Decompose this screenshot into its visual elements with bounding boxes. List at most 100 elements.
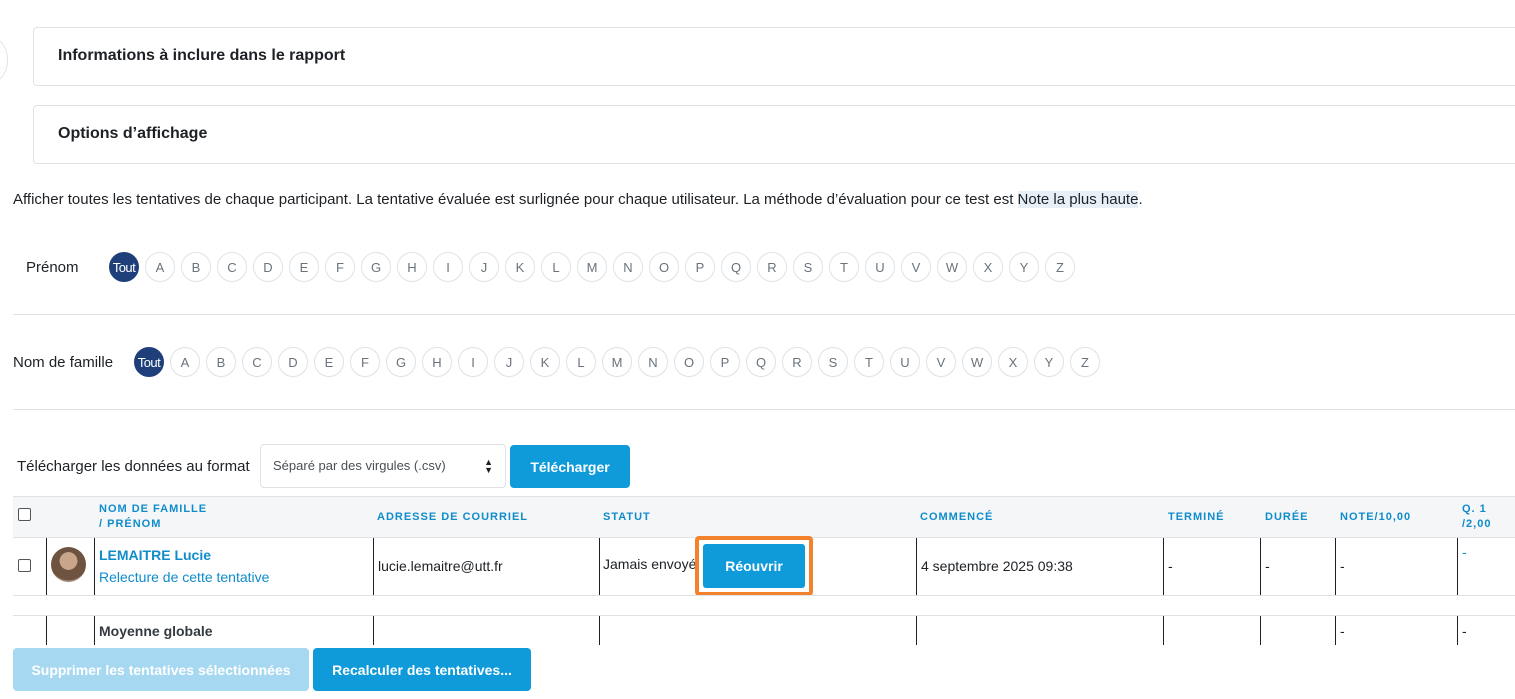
firstname-initial-g[interactable]: G bbox=[361, 252, 391, 282]
attempt-finished: - bbox=[1168, 558, 1173, 574]
report-info-title[interactable]: Informations à inclure dans le rapport bbox=[58, 47, 345, 65]
firstname-initial-c[interactable]: C bbox=[217, 252, 247, 282]
column-divider bbox=[916, 538, 917, 596]
header-finished[interactable]: TERMINÉ bbox=[1168, 510, 1225, 525]
overall-average-label: Moyenne globale bbox=[99, 623, 213, 639]
attempts-description: Afficher toutes les tentatives de chaque… bbox=[13, 191, 1143, 208]
firstname-initial-b[interactable]: B bbox=[181, 252, 211, 282]
lastname-initial-f[interactable]: F bbox=[350, 347, 380, 377]
row-divider bbox=[13, 615, 1515, 616]
delete-selected-attempts-button[interactable]: Supprimer les tentatives sélectionnées bbox=[13, 648, 309, 691]
firstname-initial-o[interactable]: O bbox=[649, 252, 679, 282]
column-divider bbox=[373, 616, 374, 645]
lastname-initial-t[interactable]: T bbox=[854, 347, 884, 377]
firstname-initial-x[interactable]: X bbox=[973, 252, 1003, 282]
lastname-initial-j[interactable]: J bbox=[494, 347, 524, 377]
average-question-1: - bbox=[1462, 623, 1467, 639]
firstname-initial-p[interactable]: P bbox=[685, 252, 715, 282]
select-arrows-icon: ▲ ▼ bbox=[484, 457, 493, 475]
lastname-initial-z[interactable]: Z bbox=[1070, 347, 1100, 377]
lastname-initial-x[interactable]: X bbox=[998, 347, 1028, 377]
lastname-initial-n[interactable]: N bbox=[638, 347, 668, 377]
firstname-initial-u[interactable]: U bbox=[865, 252, 895, 282]
student-name-link[interactable]: LEMAITRE Lucie bbox=[99, 547, 211, 563]
firstname-initial-n[interactable]: N bbox=[613, 252, 643, 282]
select-all-checkbox[interactable] bbox=[18, 508, 31, 521]
header-grade[interactable]: NOTE/10,00 bbox=[1340, 510, 1411, 525]
firstname-initial-w[interactable]: W bbox=[937, 252, 967, 282]
row-checkbox[interactable] bbox=[18, 559, 31, 572]
regrade-attempts-button[interactable]: Recalculer des tentatives... bbox=[313, 648, 531, 691]
side-drawer-handle[interactable] bbox=[0, 38, 8, 82]
column-divider bbox=[1457, 538, 1458, 596]
header-email[interactable]: ADRESSE DE COURRIEL bbox=[377, 510, 528, 525]
firstname-initial-q[interactable]: Q bbox=[721, 252, 751, 282]
review-attempt-link[interactable]: Relecture de cette tentative bbox=[99, 569, 269, 585]
lastname-initial-h[interactable]: H bbox=[422, 347, 452, 377]
divider bbox=[13, 314, 1515, 315]
firstname-initial-m[interactable]: M bbox=[577, 252, 607, 282]
lastname-initial-o[interactable]: O bbox=[674, 347, 704, 377]
header-question-1[interactable]: Q. 1/2,00 bbox=[1462, 502, 1491, 532]
header-lastname-firstname[interactable]: NOM DE FAMILLE / PRÉNOM bbox=[99, 502, 207, 532]
download-format-select[interactable]: Séparé par des virgules (.csv) ▲ ▼ bbox=[260, 444, 506, 488]
lastname-initial-all[interactable]: Tout bbox=[134, 347, 164, 377]
firstname-initial-l[interactable]: L bbox=[541, 252, 571, 282]
header-status[interactable]: STATUT bbox=[603, 510, 651, 525]
lastname-initial-r[interactable]: R bbox=[782, 347, 812, 377]
firstname-initial-i[interactable]: I bbox=[433, 252, 463, 282]
student-email: lucie.lemaitre@utt.fr bbox=[378, 558, 503, 574]
lastname-initial-q[interactable]: Q bbox=[746, 347, 776, 377]
header-duration[interactable]: DURÉE bbox=[1265, 510, 1309, 525]
firstname-initial-f[interactable]: F bbox=[325, 252, 355, 282]
lastname-initial-m[interactable]: M bbox=[602, 347, 632, 377]
lastname-initial-u[interactable]: U bbox=[890, 347, 920, 377]
row-divider bbox=[13, 595, 1515, 596]
column-divider bbox=[46, 538, 47, 596]
lastname-initial-e[interactable]: E bbox=[314, 347, 344, 377]
reopen-button[interactable]: Réouvrir bbox=[703, 544, 805, 588]
lastname-initial-a[interactable]: A bbox=[170, 347, 200, 377]
firstname-initial-r[interactable]: R bbox=[757, 252, 787, 282]
firstname-initial-e[interactable]: E bbox=[289, 252, 319, 282]
attempt-grade: - bbox=[1340, 558, 1345, 574]
display-options-section[interactable]: Options d’affichage bbox=[33, 105, 1515, 164]
column-divider bbox=[1260, 538, 1261, 596]
avatar[interactable] bbox=[51, 547, 86, 582]
lastname-initial-c[interactable]: C bbox=[242, 347, 272, 377]
firstname-initial-z[interactable]: Z bbox=[1045, 252, 1075, 282]
firstname-initial-all[interactable]: Tout bbox=[109, 252, 139, 282]
column-divider bbox=[916, 616, 917, 645]
column-divider bbox=[1457, 616, 1458, 645]
lastname-initial-v[interactable]: V bbox=[926, 347, 956, 377]
firstname-initial-k[interactable]: K bbox=[505, 252, 535, 282]
attempt-duration: - bbox=[1265, 558, 1270, 574]
column-divider bbox=[1163, 616, 1164, 645]
header-started[interactable]: COMMENCÉ bbox=[920, 510, 993, 525]
question-1-grade[interactable]: - bbox=[1462, 544, 1467, 560]
lastname-initial-g[interactable]: G bbox=[386, 347, 416, 377]
lastname-initial-w[interactable]: W bbox=[962, 347, 992, 377]
report-info-section[interactable]: Informations à inclure dans le rapport bbox=[33, 27, 1515, 86]
lastname-initial-s[interactable]: S bbox=[818, 347, 848, 377]
firstname-initial-t[interactable]: T bbox=[829, 252, 859, 282]
lastname-initial-d[interactable]: D bbox=[278, 347, 308, 377]
firstname-initial-v[interactable]: V bbox=[901, 252, 931, 282]
firstname-initials-bar: Tout ABCDEFGHIJKLMNOPQRSTUVWXYZ bbox=[109, 252, 1075, 282]
firstname-initial-s[interactable]: S bbox=[793, 252, 823, 282]
firstname-initial-d[interactable]: D bbox=[253, 252, 283, 282]
lastname-initial-b[interactable]: B bbox=[206, 347, 236, 377]
display-options-title[interactable]: Options d’affichage bbox=[58, 125, 207, 143]
lastname-initial-k[interactable]: K bbox=[530, 347, 560, 377]
download-button[interactable]: Télécharger bbox=[510, 445, 630, 488]
firstname-initial-j[interactable]: J bbox=[469, 252, 499, 282]
column-divider bbox=[46, 616, 47, 645]
firstname-initial-a[interactable]: A bbox=[145, 252, 175, 282]
lastname-initial-l[interactable]: L bbox=[566, 347, 596, 377]
column-divider bbox=[94, 538, 95, 596]
lastname-initial-p[interactable]: P bbox=[710, 347, 740, 377]
lastname-initial-y[interactable]: Y bbox=[1034, 347, 1064, 377]
firstname-initial-y[interactable]: Y bbox=[1009, 252, 1039, 282]
lastname-initial-i[interactable]: I bbox=[458, 347, 488, 377]
firstname-initial-h[interactable]: H bbox=[397, 252, 427, 282]
